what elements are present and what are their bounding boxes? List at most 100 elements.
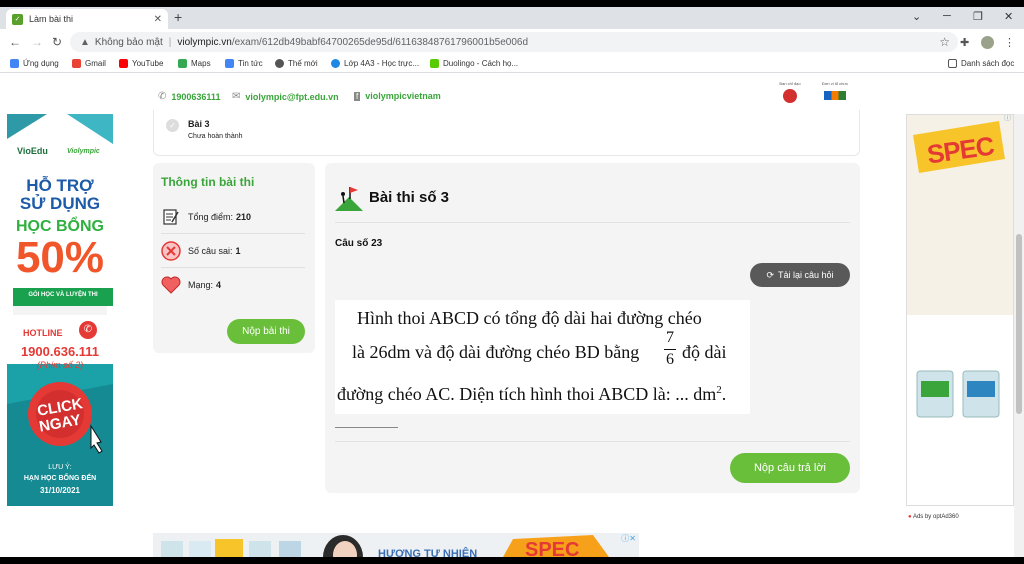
divider: [335, 222, 850, 223]
maps-icon: [178, 59, 187, 68]
bottom-ad-text: HƯƠNG TỰ NHIÊN: [378, 548, 478, 557]
question-number: Câu số 23: [335, 238, 383, 249]
lives-value: 4: [216, 280, 222, 290]
total-score-row: Tổng điểm: 210: [161, 200, 305, 234]
minimize-icon[interactable]: ─: [943, 10, 951, 22]
phone-icon: ✆: [79, 321, 97, 339]
ad-close-icon[interactable]: ⓘ✕: [621, 533, 636, 544]
lives-row: Mạng: 4: [161, 268, 305, 302]
page-scrollbar[interactable]: [1014, 114, 1024, 557]
tab-search-icon[interactable]: ⌄: [912, 10, 921, 23]
fraction-numerator: 7: [666, 329, 674, 346]
site-favicon-icon: ✓: [12, 13, 23, 25]
bookmark-apps[interactable]: Ứng dụng: [10, 59, 59, 68]
fraction-denominator: 6: [666, 351, 674, 368]
left-ad-graphic: [7, 114, 113, 506]
phone-icon: ✆: [158, 91, 167, 102]
mail-icon: ✉: [232, 91, 241, 102]
optad-icon: ●: [908, 514, 912, 520]
maximize-icon[interactable]: ❐: [973, 10, 983, 23]
question-box: Hình thoi ABCD có tổng độ dài hai đường …: [335, 300, 750, 414]
ad-deadline-1: HẠN HỌC BỔNG ĐẾN: [23, 475, 97, 482]
violympic-logo: Violympic: [67, 148, 100, 155]
bookmark-star-icon[interactable]: ☆: [939, 35, 950, 49]
info-title: Thông tin bài thi: [161, 175, 255, 189]
bookmarks-bar: Ứng dụng Gmail YouTube Maps Tin tức Thế …: [0, 55, 1024, 73]
tab-title: Làm bài thi: [29, 14, 74, 24]
warning-icon: ▲: [80, 36, 90, 48]
fraction-bar: [664, 349, 676, 350]
submit-answer-button[interactable]: Nộp câu trả lời: [730, 453, 850, 483]
bookmark-the-moi[interactable]: Thế mới: [275, 59, 318, 68]
reload-question-button[interactable]: ⟳ Tải lại câu hỏi: [750, 263, 850, 287]
bookmark-lop-4a3[interactable]: Lớp 4A3 - Học trực...: [331, 59, 419, 68]
bookmark-youtube[interactable]: YouTube: [119, 59, 163, 68]
news-icon: [225, 59, 234, 68]
vioedu-logo: VioEdu: [17, 146, 48, 156]
globe-icon: [275, 59, 284, 68]
ads-by-label[interactable]: ● Ads by optAd360: [908, 514, 959, 520]
answer-blank[interactable]: [335, 427, 398, 428]
ad-phone: 1900.636.111: [20, 344, 100, 359]
wrong-count-row: Số câu sai: 1: [161, 234, 305, 268]
reload-icon[interactable]: ↻: [52, 35, 62, 49]
org-steering: Ban chỉ đạo: [770, 81, 810, 103]
bookmark-gmail[interactable]: Gmail: [72, 59, 106, 68]
facebook-icon: f: [354, 91, 361, 101]
forward-icon[interactable]: →: [31, 35, 43, 49]
heart-icon: [161, 275, 181, 295]
extensions-icon[interactable]: ✚: [960, 36, 969, 49]
fpt-logo-icon: [824, 91, 846, 100]
left-ad-banner[interactable]: VioEdu Violympic HỖ TRỢ SỬ DỤNG HỌC BỔNG…: [7, 114, 113, 506]
refresh-icon: ⟳: [766, 269, 774, 280]
tab-close-icon[interactable]: ✕: [154, 14, 162, 25]
security-label: Không bảo mật: [94, 36, 163, 48]
national-emblem-icon: [783, 89, 797, 103]
ad-percent: 50%: [15, 233, 105, 282]
menu-icon[interactable]: ⋮: [1004, 36, 1015, 49]
ad-ext: (Phím số 2): [36, 360, 84, 370]
scrollbar-thumb[interactable]: [1016, 234, 1022, 414]
bottom-ad-banner[interactable]: HƯƠNG TỰ NHIÊN SPEC ⓘ✕: [153, 533, 639, 557]
contact-email[interactable]: ✉ violympic@fpt.edu.vn: [232, 91, 339, 102]
ad-note: LƯU Ý:: [48, 464, 72, 471]
url-separator: |: [168, 36, 172, 48]
contact-facebook[interactable]: f violympicvietnam: [354, 91, 441, 101]
active-tab[interactable]: ✓ Làm bài thi ✕: [6, 9, 168, 29]
back-icon[interactable]: ←: [9, 35, 21, 49]
right-ad-graphic: [907, 115, 1013, 505]
new-tab-button[interactable]: +: [174, 9, 182, 25]
ad-choices-icon[interactable]: ⓘ: [1004, 115, 1011, 123]
question-line-1: Hình thoi ABCD có tổng độ dài hai đường …: [357, 308, 702, 328]
right-ad-banner[interactable]: SPEC ⓘ: [906, 114, 1014, 506]
page-content: ✆ 1900636111 ✉ violympic@fpt.edu.vn f violy…: [0, 73, 1024, 557]
submit-exam-button[interactable]: Nộp bài thi: [227, 319, 305, 344]
exam-title: Bài thi số 3: [369, 189, 450, 206]
wrong-icon: [161, 240, 181, 261]
ad-hotline-label: HOTLINE: [23, 328, 63, 338]
ad-sub-1: GÓI HỌC VÀ LUYỆN THI: [28, 292, 98, 298]
exam-panel: Bài thi số 3 Câu số 23 ⟳ Tải lại câu hỏi …: [325, 163, 860, 493]
bookmark-maps[interactable]: Maps: [178, 59, 211, 68]
cloud-icon: [331, 59, 340, 68]
address-bar[interactable]: ▲ Không bảo mật | violympic.vn /exam/612…: [70, 32, 958, 52]
previous-item-card[interactable]: ✓ Bài 3 Chưa hoàn thành: [153, 110, 860, 156]
wrong-count-value: 1: [235, 245, 241, 256]
profile-avatar[interactable]: [981, 36, 994, 49]
reading-list[interactable]: Danh sách đọc: [948, 59, 1014, 68]
bookmark-news[interactable]: Tin tức: [225, 59, 263, 68]
close-window-icon[interactable]: ✕: [1004, 10, 1013, 23]
ad-heading-1: HỖ TRỢ: [26, 176, 94, 195]
notepad-icon: [161, 207, 181, 227]
contact-phone[interactable]: ✆ 1900636111: [158, 91, 220, 102]
previous-item-title: Bài 3: [188, 119, 210, 129]
previous-item-status: Chưa hoàn thành: [188, 133, 243, 140]
browser-toolbar: ← → ↻ ▲ Không bảo mật | violympic.vn /ex…: [0, 29, 1024, 55]
question-line-3: đường chéo AC. Diện tích hình thoi ABCD …: [337, 384, 727, 404]
bookmark-duolingo[interactable]: Duolingo - Cách họ...: [430, 59, 518, 68]
apps-icon: [10, 59, 19, 68]
ad-heading-2: SỬ DỤNG: [19, 194, 101, 213]
ad-sub-2: SỬ DỤNG TRÍ TUỆ NHÂN TẠO AI: [29, 301, 91, 306]
youtube-icon: [119, 59, 128, 68]
check-icon: ✓: [166, 119, 179, 132]
